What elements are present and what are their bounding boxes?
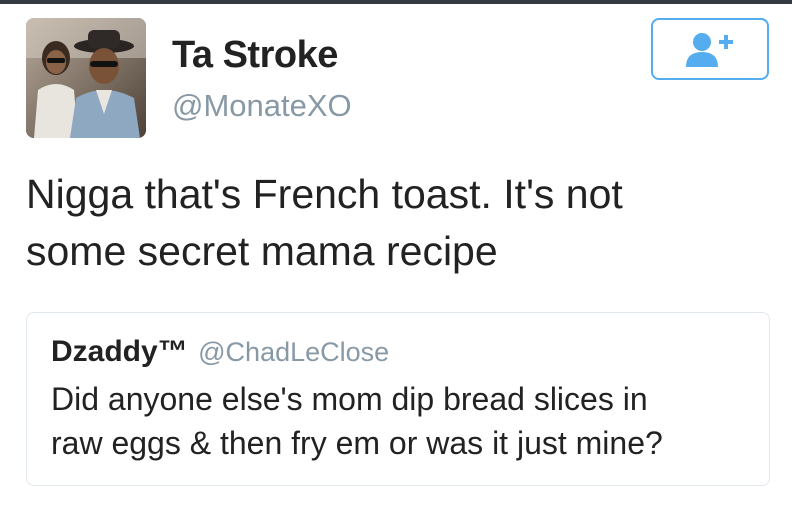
avatar[interactable] [26, 18, 146, 138]
tweet-text-line: some secret mama recipe [26, 228, 498, 274]
quoted-tweet-line: Did anyone else's mom dip bread slices i… [51, 381, 648, 417]
quoted-tweet-header: Dzaddy™ @ChadLeClose [51, 335, 389, 369]
add-user-icon [686, 33, 733, 67]
tweet-text-line: Nigga that's French toast. It's not [26, 171, 623, 217]
author-display-name[interactable]: Ta Stroke [172, 34, 338, 77]
author-handle[interactable]: @MonateXO [172, 88, 352, 124]
quoted-tweet-text: Did anyone else's mom dip bread slices i… [51, 377, 751, 465]
quoted-author-handle: @ChadLeClose [198, 337, 390, 367]
quoted-author-name: Dzaddy™ [51, 335, 188, 368]
tweet-text: Nigga that's French toast. It's not some… [26, 166, 766, 280]
status-bar-strip [0, 0, 792, 4]
quoted-tweet-card[interactable]: Dzaddy™ @ChadLeClose Did anyone else's m… [26, 312, 770, 486]
avatar-photo [26, 18, 146, 138]
quoted-tweet-line: raw eggs & then fry em or was it just mi… [51, 425, 663, 461]
follow-button[interactable] [651, 18, 769, 80]
